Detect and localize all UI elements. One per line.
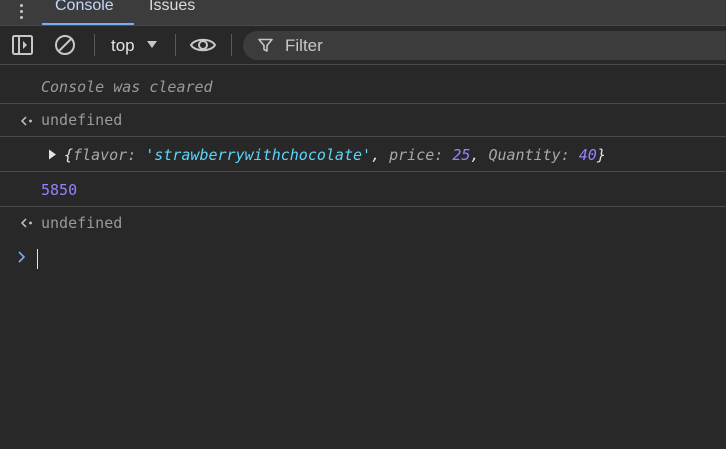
- console-messages: Console was cleared undefined {flavor: '…: [0, 66, 726, 449]
- chevron-down-icon[interactable]: [146, 40, 158, 50]
- logged-number: 5850: [41, 181, 78, 199]
- object-comma: ,: [470, 146, 489, 164]
- console-message: undefined: [0, 207, 726, 240]
- result-arrow-icon: [21, 116, 32, 126]
- toolbar-divider: [175, 34, 176, 56]
- tab-issues[interactable]: Issues: [149, 0, 195, 23]
- result-value: undefined: [41, 214, 123, 232]
- prompt-chevron-icon: [18, 251, 26, 263]
- console-toolbar: top Filter: [0, 26, 726, 65]
- object-comma: ,: [371, 146, 390, 164]
- devtools-tab-bar: Console Issues: [0, 0, 726, 26]
- object-key-quantity: Quantity: [488, 146, 561, 164]
- filter-placeholder: Filter: [285, 36, 323, 55]
- object-open-brace: {: [64, 146, 74, 164]
- console-message: undefined: [0, 104, 726, 137]
- object-key-flavor: flavor: [73, 146, 128, 164]
- object-value-quantity: 40: [578, 146, 597, 164]
- object-key-price: price: [389, 146, 435, 164]
- console-message: 5850: [0, 172, 726, 207]
- active-tab-indicator: [42, 23, 134, 25]
- object-preview[interactable]: {flavor: 'strawberrywithchocolate', pric…: [64, 146, 606, 164]
- console-message[interactable]: {flavor: 'strawberrywithchocolate', pric…: [0, 137, 726, 172]
- context-selector[interactable]: top: [111, 36, 135, 56]
- clear-console-icon[interactable]: [53, 34, 77, 56]
- object-value-flavor: 'strawberrywithchocolate': [145, 146, 372, 164]
- eye-icon[interactable]: [189, 35, 217, 55]
- tab-console[interactable]: Console: [55, 0, 114, 23]
- object-colon: :: [434, 146, 453, 164]
- console-input-caret[interactable]: [37, 249, 38, 269]
- more-vert-icon[interactable]: [18, 3, 26, 21]
- filter-icon: [258, 38, 273, 52]
- result-arrow-icon: [21, 218, 32, 228]
- expand-triangle-icon[interactable]: [48, 149, 57, 160]
- console-message: Console was cleared: [0, 66, 726, 104]
- toolbar-divider: [231, 34, 232, 56]
- object-colon: :: [127, 146, 146, 164]
- sidebar-toggle-icon[interactable]: [11, 34, 35, 56]
- object-value-price: 25: [452, 146, 471, 164]
- toolbar-divider: [94, 34, 95, 56]
- console-cleared-message: Console was cleared: [41, 78, 213, 96]
- object-colon: :: [560, 146, 579, 164]
- object-close-brace: }: [596, 146, 606, 164]
- result-value: undefined: [41, 111, 123, 129]
